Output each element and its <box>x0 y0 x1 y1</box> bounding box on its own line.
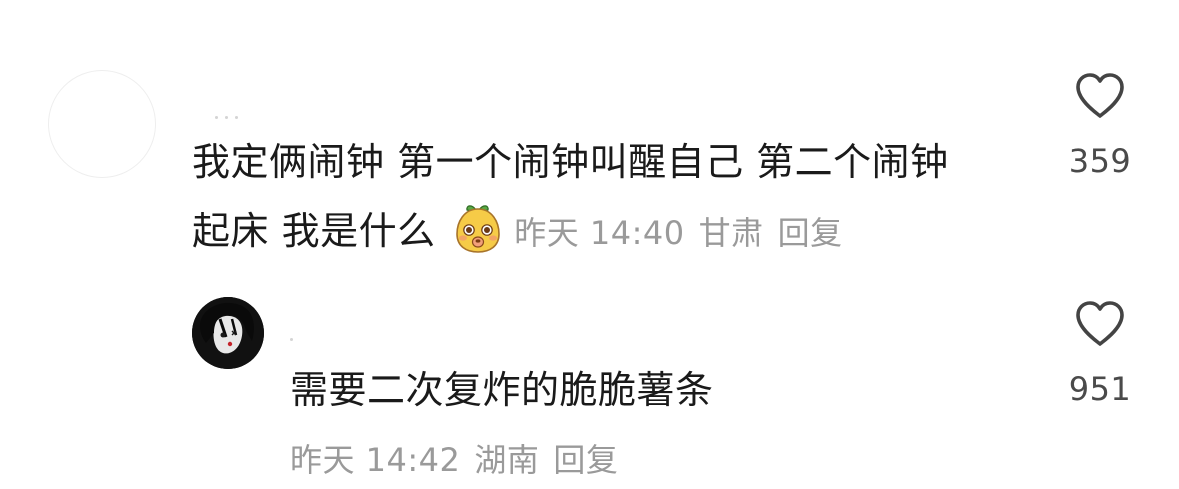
comment-text-continued: 起床 我是什么 昨天 14:40 甘肃 回复 <box>192 196 843 268</box>
reply-button[interactable]: 回复 <box>778 214 843 252</box>
comment-meta: 昨天 14:40 甘肃 回复 <box>514 214 842 252</box>
comment-location: 甘肃 <box>698 214 764 252</box>
comment-meta: 昨天 14:42 湖南 回复 <box>290 425 618 489</box>
comment-location: 湖南 <box>474 441 540 479</box>
potato-face-emoji-icon <box>456 205 500 253</box>
username-placeholder <box>290 326 300 341</box>
reply-button[interactable]: 回复 <box>553 441 618 479</box>
heart-outline-icon <box>1076 73 1124 118</box>
comment-list: 我定俩闹钟 第一个闹钟叫醒自己 第二个闹钟 起床 我是什么 昨天 14:40 甘肃… <box>0 0 1179 489</box>
comment-text: 需要二次复炸的脆脆薯条 <box>290 368 714 412</box>
avatar-image <box>192 297 264 369</box>
heart-outline-icon <box>1076 301 1124 346</box>
username-placeholder <box>215 104 245 119</box>
avatar[interactable] <box>192 297 264 369</box>
watermark <box>1029 455 1169 471</box>
comment-text-line2: 起床 我是什么 <box>192 209 436 253</box>
comment-time: 昨天 14:42 <box>290 441 461 479</box>
comment-time: 昨天 14:40 <box>514 214 685 252</box>
comment-text: 我定俩闹钟 第一个闹钟叫醒自己 第二个闹钟 <box>192 140 949 184</box>
like-count: 359 <box>1068 142 1132 180</box>
avatar[interactable] <box>48 70 156 178</box>
like-button[interactable]: 951 <box>1045 300 1155 408</box>
like-count: 951 <box>1068 370 1132 408</box>
like-button[interactable]: 359 <box>1045 72 1155 180</box>
